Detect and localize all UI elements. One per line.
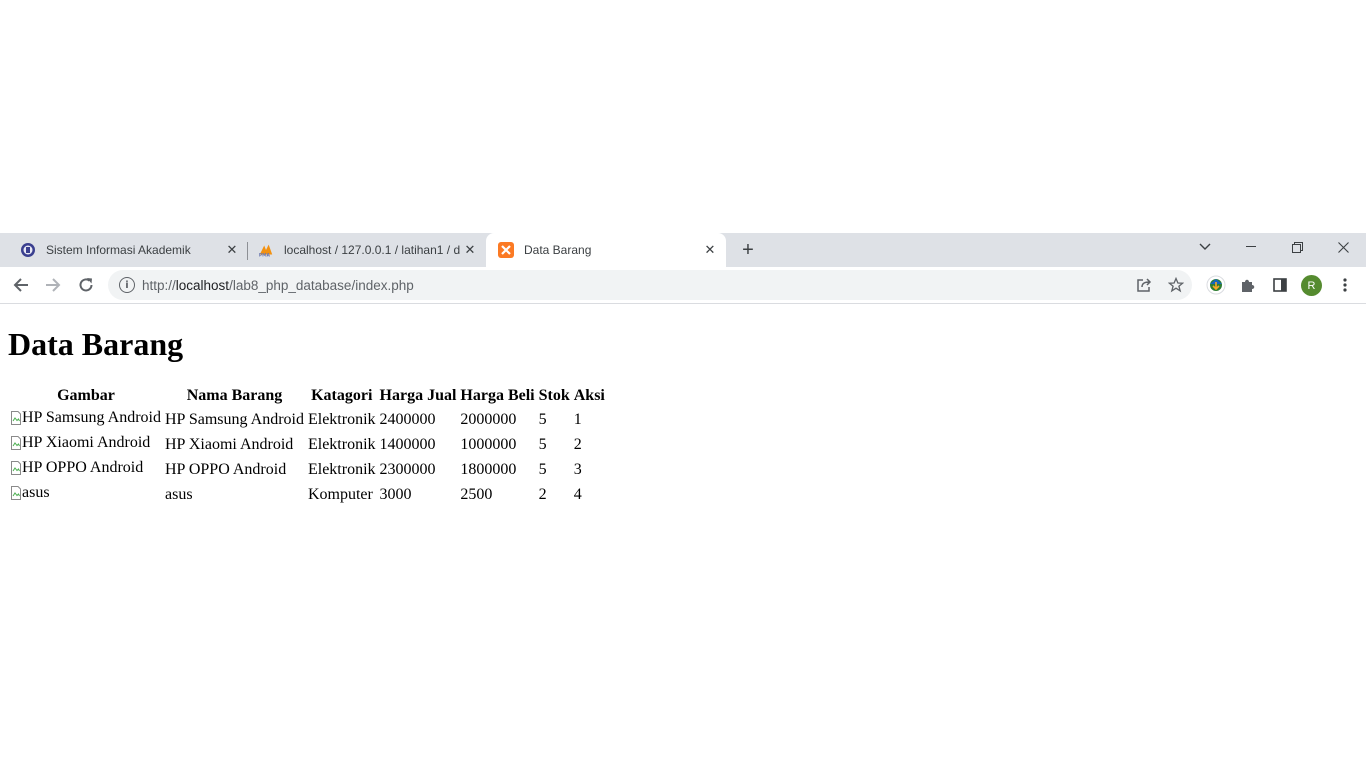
header-harga-beli: Harga Beli (460, 387, 535, 404)
reload-icon[interactable] (74, 273, 98, 297)
cell-kategori: Elektronik (307, 435, 376, 453)
close-icon[interactable]: ✕ (702, 242, 718, 258)
more-menu-icon[interactable] (1333, 273, 1357, 297)
broken-image: HP OPPO Android (11, 459, 143, 477)
cell-stok: 5 (538, 460, 547, 478)
cell-nama: asus (164, 485, 193, 503)
image-alt-text: asus (22, 484, 50, 501)
header-nama-barang: Nama Barang (186, 387, 283, 404)
cell-stok: 5 (538, 410, 547, 428)
data-barang-table: Gambar Nama Barang Katagori Harga Jual H… (8, 384, 608, 508)
cell-aksi: 2 (573, 435, 582, 453)
header-katagori: Katagori (311, 387, 373, 404)
close-icon[interactable]: ✕ (462, 242, 478, 258)
cell-gambar: HP Xiaomi Android (10, 433, 162, 456)
cell-nama: HP OPPO Android (164, 460, 287, 478)
header-harga-jual: Harga Jual (379, 387, 457, 404)
cell-gambar: HP Samsung Android (10, 408, 162, 431)
broken-image: HP Samsung Android (11, 409, 161, 427)
university-logo-icon (20, 242, 36, 258)
table-row: HP Xiaomi Android HP Xiaomi Android Elek… (10, 433, 606, 456)
cell-harga-beli: 1800000 (460, 460, 517, 478)
cell-harga-jual: 2400000 (379, 410, 436, 428)
cell-gambar: HP OPPO Android (10, 458, 162, 481)
cell-stok: 2 (538, 485, 547, 503)
tab-title: Data Barang (524, 243, 592, 257)
cell-aksi: 3 (573, 460, 582, 478)
table-row: HP Samsung Android HP Samsung Android El… (10, 408, 606, 431)
cell-nama: HP Xiaomi Android (164, 435, 294, 453)
cell-harga-beli: 1000000 (460, 435, 517, 453)
cell-aksi: 4 (573, 485, 582, 503)
cell-harga-jual: 2300000 (379, 460, 436, 478)
tab-title: localhost / 127.0.0.1 / latihan1 / d (284, 243, 461, 257)
minimize-button[interactable] (1228, 233, 1274, 261)
cell-aksi: 1 (573, 410, 582, 428)
xampp-icon (498, 242, 514, 258)
broken-image-icon (11, 411, 21, 425)
url-text: http://localhost/lab8_php_database/index… (142, 278, 414, 293)
table-row: HP OPPO Android HP OPPO Android Elektron… (10, 458, 606, 481)
tab-search-chevron-icon[interactable] (1182, 233, 1228, 261)
browser-window: Sistem Informasi Akademik ✕ PMA localhos… (0, 233, 1366, 304)
tab-strip: Sistem Informasi Akademik ✕ PMA localhos… (0, 233, 1366, 267)
header-stok: Stok (538, 387, 570, 404)
table-row: asus asus Komputer 3000 2500 2 4 (10, 483, 606, 506)
tab-phpmyadmin[interactable]: PMA localhost / 127.0.0.1 / latihan1 / d… (248, 233, 486, 267)
browser-toolbar: i http://localhost/lab8_php_database/ind… (0, 267, 1366, 304)
phpmyadmin-icon: PMA (258, 242, 274, 258)
page-title: Data Barang (8, 326, 184, 362)
cell-nama: HP Samsung Android (164, 410, 304, 428)
cell-kategori: Komputer (307, 485, 373, 503)
cell-harga-beli: 2000000 (460, 410, 517, 428)
extensions-puzzle-icon[interactable] (1236, 273, 1260, 297)
image-alt-text: HP OPPO Android (22, 459, 144, 476)
cell-harga-jual: 1400000 (379, 435, 436, 453)
svg-text:PMA: PMA (259, 253, 271, 258)
url-scheme: http:// (142, 277, 176, 293)
profile-avatar[interactable]: R (1301, 275, 1322, 296)
cell-kategori: Elektronik (307, 410, 376, 428)
address-bar[interactable]: i http://localhost/lab8_php_database/ind… (108, 270, 1192, 300)
close-icon[interactable]: ✕ (224, 242, 240, 258)
tab-sistem-informasi[interactable]: Sistem Informasi Akademik ✕ (0, 233, 248, 267)
header-aksi: Aksi (573, 387, 605, 404)
side-panel-icon[interactable] (1268, 273, 1292, 297)
share-icon[interactable] (1132, 273, 1156, 297)
restore-button[interactable] (1274, 233, 1320, 261)
bookmark-star-icon[interactable] (1164, 273, 1188, 297)
new-tab-button[interactable]: + (736, 238, 760, 262)
image-alt-text: HP Xiaomi Android (22, 434, 151, 451)
broken-image-icon (11, 486, 21, 500)
cell-kategori: Elektronik (307, 460, 376, 478)
broken-image: asus (11, 484, 50, 502)
url-path: /lab8_php_database/index.php (229, 277, 414, 293)
page-content: Data Barang Gambar Nama Barang Katagori … (0, 304, 1366, 768)
header-gambar: Gambar (57, 387, 115, 404)
tab-title: Sistem Informasi Akademik (46, 243, 191, 257)
cell-harga-beli: 2500 (460, 485, 493, 503)
close-window-button[interactable] (1320, 233, 1366, 261)
cell-stok: 5 (538, 435, 547, 453)
back-arrow-icon[interactable] (9, 273, 33, 297)
image-alt-text: HP Samsung Android (22, 409, 161, 426)
broken-image-icon (11, 436, 21, 450)
broken-image: HP Xiaomi Android (11, 434, 150, 452)
forward-arrow-icon[interactable] (41, 273, 65, 297)
site-info-icon[interactable]: i (119, 277, 135, 293)
download-manager-extension-icon[interactable] (1204, 273, 1228, 297)
table-header-row: Gambar Nama Barang Katagori Harga Jual H… (10, 386, 606, 406)
cell-gambar: asus (10, 483, 162, 506)
url-host: localhost (175, 277, 230, 293)
tab-data-barang[interactable]: Data Barang ✕ (486, 233, 726, 267)
cell-harga-jual: 3000 (379, 485, 412, 503)
broken-image-icon (11, 461, 21, 475)
